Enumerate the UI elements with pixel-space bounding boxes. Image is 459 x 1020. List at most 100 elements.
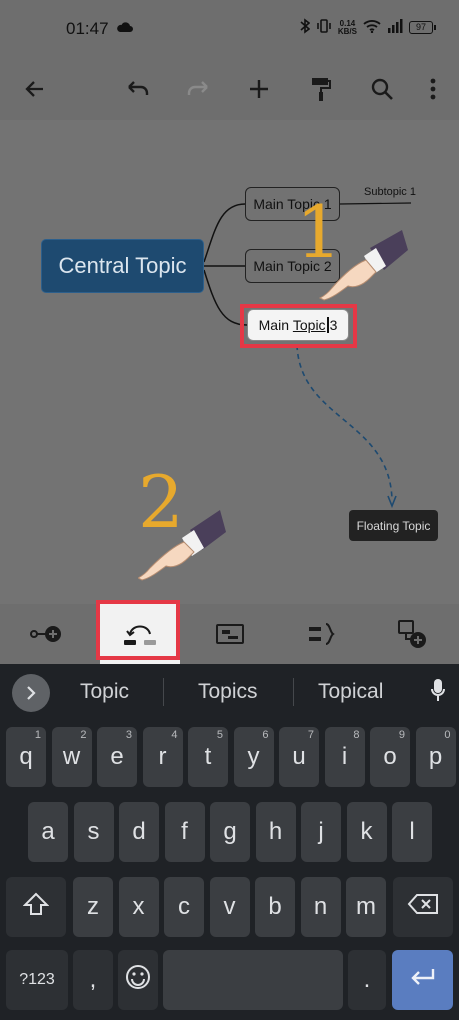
key-b[interactable]: b [255,877,295,937]
divider [163,678,164,706]
key-d[interactable]: d [119,802,159,862]
key-z[interactable]: z [73,877,113,937]
key-a[interactable]: a [28,802,68,862]
key-j[interactable]: j [301,802,341,862]
symbols-key[interactable]: ?123 [6,950,68,1010]
boundary-icon[interactable] [282,604,362,664]
subtopic-1[interactable]: Subtopic 1 [364,186,416,198]
divider [293,678,294,706]
key-label: n [313,893,328,920]
key-e[interactable]: 3e [97,727,137,787]
expand-chevron-icon[interactable] [12,674,50,712]
redo-icon[interactable] [180,70,218,108]
battery-icon: 97 [409,21,436,34]
add-subtopic-icon[interactable] [6,604,86,664]
key-n[interactable]: n [300,877,341,937]
key-o[interactable]: 9o [370,727,410,787]
undo-icon[interactable] [118,70,156,108]
back-arrow-icon[interactable] [16,70,54,108]
key-label: z [87,893,99,920]
key-label: q [19,743,33,770]
suggestion-1[interactable]: Topic [80,680,129,704]
key-label: c [178,893,190,920]
key-hint: 3 [125,729,132,741]
key-hint: 5 [216,729,223,741]
period-key[interactable]: . [348,950,386,1010]
soft-keyboard: Topic Topics Topical 1q2w3e4r5t6y7u8i9o0… [0,664,459,1020]
key-hint: 2 [80,729,87,741]
key-q[interactable]: 1q [6,727,46,787]
highlight-box-topic [240,304,357,348]
key-c[interactable]: c [164,877,204,937]
key-t[interactable]: 5t [188,727,228,787]
key-r[interactable]: 4r [142,727,183,787]
enter-icon [409,966,437,994]
wifi-icon [363,19,381,36]
backspace-icon [407,893,439,922]
key-label: y [247,743,260,770]
key-label: r [158,743,167,770]
key-label: m [356,893,376,920]
suggestion-2[interactable]: Topics [198,680,258,704]
key-label: b [268,893,282,920]
key-k[interactable]: k [346,802,387,862]
floating-topic[interactable]: Floating Topic [349,510,438,541]
key-x[interactable]: x [118,877,159,937]
key-v[interactable]: v [209,877,250,937]
key-h[interactable]: h [255,802,296,862]
key-label: g [223,818,237,845]
key-label: d [132,818,146,845]
key-m[interactable]: m [346,877,386,937]
topic-tools-bar [0,600,459,664]
mic-icon[interactable] [431,678,445,709]
pointing-hand-icon [138,510,226,581]
key-label: f [181,818,188,845]
key-label: t [204,743,212,770]
suggestion-3[interactable]: Topical [318,680,383,704]
key-w[interactable]: 2w [51,727,92,787]
key-l[interactable]: l [392,802,432,862]
enter-key[interactable] [392,950,453,1010]
key-label: w [62,743,81,770]
top-toolbar [0,58,459,120]
backspace-key[interactable] [393,877,453,937]
emoji-key[interactable] [118,950,158,1010]
key-label: e [110,743,124,770]
key-label: l [409,818,415,845]
key-hint: 0 [444,729,451,741]
add-floating-topic-icon[interactable] [372,604,452,664]
more-vert-icon[interactable] [414,70,452,108]
key-hint: 9 [398,729,405,741]
space-key[interactable] [163,950,343,1010]
key-f[interactable]: f [164,802,205,862]
format-paint-icon[interactable] [302,70,340,108]
key-label: i [341,743,348,770]
key-y[interactable]: 6y [233,727,274,787]
key-g[interactable]: g [210,802,250,862]
key-label: u [292,743,306,770]
net-speed: 0.14 KB/S [337,18,357,36]
mindmap-canvas[interactable]: Central Topic Main Topic 1 Main Topic 2 … [0,120,459,604]
key-label: v [223,893,236,920]
add-icon[interactable] [240,70,278,108]
key-p[interactable]: 0p [415,727,456,787]
signal-icon [387,19,403,36]
key-label: k [360,818,373,845]
key-s[interactable]: s [73,802,114,862]
search-icon[interactable] [363,70,401,108]
comma-key[interactable]: , [73,950,113,1010]
shift-icon [22,892,50,923]
status-icons: 0.14 KB/S 97 [300,18,436,37]
key-label: h [268,818,283,845]
summary-box-icon[interactable] [190,604,270,664]
key-label: p [428,743,443,770]
emoji-icon [124,963,152,998]
shift-key[interactable] [6,877,66,937]
suggestion-strip: Topic Topics Topical [0,664,459,720]
key-hint: 8 [353,729,360,741]
central-topic[interactable]: Central Topic [41,239,204,293]
key-i[interactable]: 8i [324,727,365,787]
bluetooth-icon [300,18,311,37]
key-u[interactable]: 7u [279,727,319,787]
pointing-hand-icon [318,230,408,301]
